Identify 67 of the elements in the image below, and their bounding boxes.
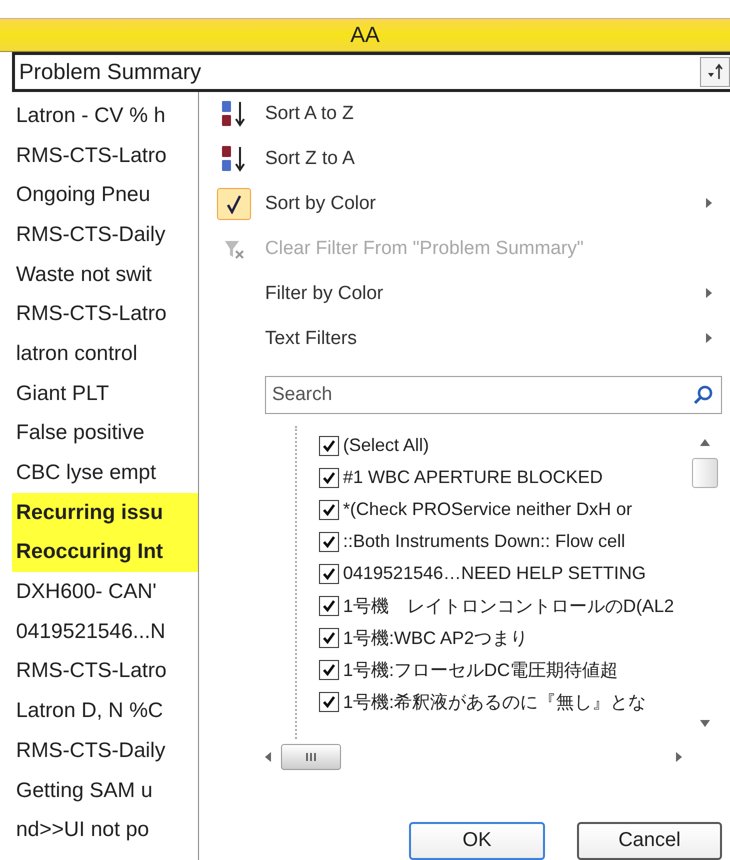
filter-item-label: 1号機:希釈液があるのに『無し』とな — [343, 690, 646, 714]
table-cell-text: Ongoing Pneu — [15, 182, 152, 208]
checkbox[interactable] — [319, 660, 339, 680]
table-cell-text: Giant PLT — [15, 380, 110, 407]
filter-item-label: *(Check PROService neither DxH or — [343, 499, 632, 520]
table-cell-text: latron control — [15, 340, 138, 367]
table-cell-text: nd>>UI not po — [15, 817, 150, 844]
scroll-left-icon[interactable] — [263, 751, 273, 764]
filter-list-item[interactable]: (Select All) — [319, 430, 688, 462]
checkbox[interactable] — [319, 500, 339, 520]
filter-item-label: 0419521546…NEED HELP SETTING — [343, 563, 646, 584]
filter-list-item[interactable]: 0419521546…NEED HELP SETTING — [319, 558, 688, 590]
table-cell-text: RMS-CTS-Latro — [15, 142, 168, 169]
cancel-button[interactable]: Cancel — [577, 822, 722, 860]
filter-item-label: 1号機:WBC AP2つまり — [343, 626, 528, 650]
filter-dropdown-button[interactable] — [700, 57, 730, 87]
filter-list-item[interactable]: #1 WBC APERTURE BLOCKED — [319, 462, 688, 494]
checkbox[interactable] — [319, 692, 339, 712]
submenu-arrow-icon[interactable] — [704, 197, 714, 210]
filter-list-item[interactable]: 1号機:WBC AP2つまり — [319, 622, 688, 654]
filter-list-item[interactable]: 1号機:フローセルDC電圧期待値超 — [319, 654, 688, 686]
menu-item[interactable]: Filter by Color — [203, 272, 730, 317]
table-cell: Recurring issu — [12, 492, 198, 533]
checkbox[interactable] — [319, 564, 339, 584]
table-cell-text: Latron D, N %C — [15, 698, 164, 724]
column-header[interactable]: AA — [0, 18, 730, 52]
scrollbar-thumb[interactable] — [281, 744, 341, 770]
table-cell-text: RMS-CTS-Latro — [15, 658, 168, 684]
filter-list-item[interactable]: ::Both Instruments Down:: Flow cell — [319, 526, 688, 558]
table-cell-text: Latron - CV % h — [15, 102, 166, 129]
scrollbar-thumb[interactable] — [692, 458, 718, 488]
table-cell: Reoccuring Int — [12, 532, 198, 572]
table-cell-text: 0419521546...N — [15, 618, 166, 645]
table-cell-text: False positive — [15, 420, 146, 446]
filter-list-item[interactable]: 1号機 レイトロンコントロールのD(AL2 — [319, 590, 688, 622]
filter-item-label: #1 WBC APERTURE BLOCKED — [343, 467, 603, 488]
check-icon — [217, 188, 251, 220]
filter-item-label: ::Both Instruments Down:: Flow cell — [343, 531, 626, 552]
checkbox[interactable] — [319, 468, 339, 488]
checkbox[interactable] — [319, 596, 339, 616]
menu-item[interactable]: Sort A to Z — [203, 92, 730, 137]
submenu-arrow-icon[interactable] — [704, 332, 714, 344]
table-cell-text: CBC lyse empt — [15, 460, 158, 486]
ok-button[interactable]: OK — [409, 822, 545, 860]
filter-list-item[interactable]: 1号機:希釈液があるのに『無し』とな — [319, 686, 688, 718]
search-field[interactable]: Search — [265, 376, 722, 414]
checkbox[interactable] — [319, 436, 339, 456]
table-cell-text: Waste not swit — [15, 262, 153, 288]
table-cell-text: DXH600- CAN' — [15, 579, 158, 606]
menu-item[interactable]: Sort Z to A — [203, 136, 730, 182]
header-cell-text: Problem Summary — [19, 59, 202, 85]
checkbox[interactable] — [319, 532, 339, 552]
checkbox[interactable] — [319, 628, 339, 648]
filter-sort-icon — [705, 62, 725, 82]
filter-item-label: 1号機 レイトロンコントロールのD(AL2 — [343, 594, 674, 618]
filter-list-item[interactable]: *(Check PROService neither DxH or — [319, 494, 688, 526]
scroll-right-icon[interactable] — [674, 751, 684, 764]
table-cell-text: Getting SAM u — [15, 778, 154, 804]
table-cell-text: RMS-CTS-Daily — [15, 738, 166, 764]
search-icon — [692, 384, 714, 406]
menu-item[interactable]: Text Filters — [203, 316, 730, 362]
table-cell-text: RMS-CTS-Daily — [15, 222, 166, 248]
filter-item-label: 1号機:フローセルDC電圧期待値超 — [343, 658, 618, 682]
table-cell-text: RMS-CTS-Latro — [15, 301, 168, 328]
filter-item-label: (Select All) — [343, 435, 430, 456]
submenu-arrow-icon[interactable] — [704, 287, 714, 300]
menu-item[interactable]: Sort by Color — [203, 182, 730, 227]
